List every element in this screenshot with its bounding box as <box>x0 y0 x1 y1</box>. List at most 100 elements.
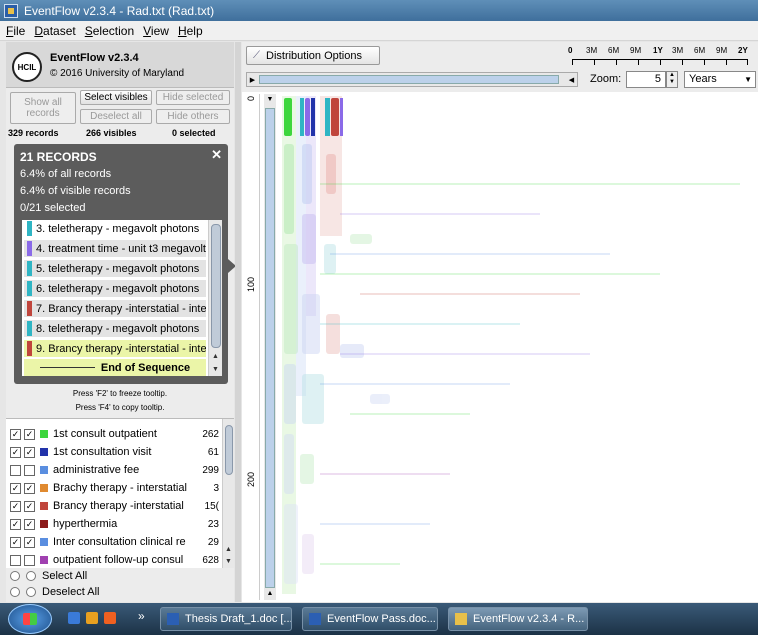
align-checkbox[interactable]: ✓ <box>24 500 35 512</box>
deselect-all-button[interactable]: Deselect all <box>80 109 152 124</box>
legend-row[interactable]: ✓ ✓ 1st consultation visit 61 <box>10 443 220 461</box>
event-bar-treatment[interactable] <box>305 98 310 136</box>
list-item[interactable]: 6. teletherapy - megavolt photons <box>24 280 206 297</box>
radio-icon <box>26 587 36 597</box>
app-icon <box>4 3 18 18</box>
unit-select[interactable]: Years ▼ <box>684 71 756 88</box>
scroll-thumb[interactable] <box>211 224 221 348</box>
start-button[interactable] <box>8 604 52 634</box>
legend-row[interactable]: ✓ ✓ hyperthermia 23 <box>10 515 220 533</box>
list-item[interactable]: 5. teletherapy - megavolt photons <box>24 260 206 277</box>
spinner-down-icon[interactable]: ▼ <box>669 79 675 85</box>
desktop-icon[interactable] <box>68 612 80 624</box>
event-bar-teletherapy[interactable] <box>300 98 304 136</box>
color-swatch <box>40 502 48 510</box>
menu-dataset[interactable]: Dataset <box>34 24 75 38</box>
visible-checkbox[interactable]: ✓ <box>10 518 21 530</box>
visible-checkbox[interactable]: ✓ <box>10 428 21 440</box>
select-visibles-button[interactable]: Select visibles <box>80 90 152 105</box>
explorer-icon[interactable] <box>86 612 98 624</box>
copy-hint: Press 'F4' to copy tooltip. <box>75 403 165 412</box>
select-all-option[interactable]: Select All <box>10 568 87 584</box>
window-titlebar[interactable]: EventFlow v2.3.4 - Rad.txt (Rad.txt) <box>0 0 758 21</box>
ruler-tick-label: 6M <box>608 46 620 55</box>
close-icon[interactable]: ✕ <box>211 147 222 163</box>
legend-count: 61 <box>207 446 219 458</box>
app-icon <box>455 613 467 625</box>
media-icon[interactable] <box>104 612 116 624</box>
menu-help[interactable]: Help <box>178 24 203 38</box>
align-checkbox[interactable] <box>24 464 35 476</box>
taskbar-item-eventflow[interactable]: EventFlow v2.3.4 - R... <box>448 607 588 631</box>
legend-row[interactable]: ✓ ✓ Brachy therapy - interstatial 3 <box>10 479 220 497</box>
scroll-down-arrow-icon[interactable]: ▼ <box>223 555 234 568</box>
timeline-panel: ⟋ Distribution Options 0 3M 6M 9M 1Y 3M … <box>242 42 758 602</box>
event-bar-brachy[interactable] <box>331 98 339 136</box>
event-bar-consult[interactable] <box>284 98 292 136</box>
align-checkbox[interactable]: ✓ <box>24 518 35 530</box>
align-checkbox[interactable]: ✓ <box>24 428 35 440</box>
legend-row[interactable]: ✓ ✓ 1st consult outpatient 262 <box>10 425 220 443</box>
list-item[interactable]: 8. teletherapy - megavolt photons <box>24 320 206 337</box>
ruler-tick <box>660 60 661 65</box>
spinner-up-icon[interactable]: ▲ <box>669 72 675 78</box>
scroll-thumb[interactable] <box>259 75 559 84</box>
list-item[interactable]: 3. teletherapy - megavolt photons <box>24 220 206 237</box>
scroll-up-arrow-icon[interactable]: ▲ <box>209 350 222 363</box>
align-checkbox[interactable] <box>24 554 35 566</box>
visible-checkbox[interactable]: ✓ <box>10 446 21 458</box>
visible-checkbox[interactable]: ✓ <box>10 536 21 548</box>
ruler-tick-label: 100 <box>246 277 256 293</box>
tooltip-scrollbar[interactable]: ▲ ▼ <box>208 220 222 376</box>
event-bar-treatment[interactable] <box>340 98 343 136</box>
event-bar-visit[interactable] <box>311 98 315 136</box>
legend-scrollbar[interactable]: ▲ ▼ <box>222 419 234 568</box>
visible-checkbox[interactable] <box>10 554 21 566</box>
show-all-records-button[interactable]: Show all records <box>10 92 76 124</box>
taskbar-item-label: EventFlow v2.3.4 - R... <box>473 613 585 625</box>
distribution-options-button[interactable]: ⟋ Distribution Options <box>246 46 380 65</box>
hide-selected-button[interactable]: Hide selected <box>156 90 230 105</box>
event-timeline-plot[interactable] <box>280 94 756 600</box>
menu-selection[interactable]: Selection <box>85 24 134 38</box>
vertical-scrollbar[interactable]: ▼ ▲ <box>264 94 276 600</box>
panel-splitter[interactable] <box>235 42 241 602</box>
scroll-thumb[interactable] <box>225 425 233 475</box>
taskbar-item-pass[interactable]: EventFlow Pass.doc... <box>302 607 438 631</box>
visible-checkbox[interactable] <box>10 464 21 476</box>
visible-checkbox[interactable]: ✓ <box>10 500 21 512</box>
list-item[interactable]: 7. Brancy therapy -interstatial - inte <box>24 300 206 317</box>
menu-view[interactable]: View <box>143 24 169 38</box>
freeze-hint: Press 'F2' to freeze tooltip. <box>72 389 168 398</box>
scroll-down-arrow-icon[interactable]: ▼ <box>209 363 222 376</box>
taskbar-item-thesis[interactable]: Thesis Draft_1.doc [... <box>160 607 292 631</box>
legend-row[interactable]: ✓ ✓ Brancy therapy -interstatial 15( <box>10 497 220 515</box>
legend-row[interactable]: outpatient follow-up consul 628 <box>10 551 220 569</box>
scroll-left-arrow-icon[interactable]: ◀ <box>566 73 577 86</box>
legend-row[interactable]: ✓ ✓ Inter consultation clinical re 29 <box>10 533 220 551</box>
align-checkbox[interactable]: ✓ <box>24 482 35 494</box>
chevron-right-icon[interactable]: » <box>138 609 145 623</box>
color-swatch <box>40 520 48 528</box>
align-checkbox[interactable]: ✓ <box>24 536 35 548</box>
zoom-input[interactable]: 5 <box>626 71 666 88</box>
visible-checkbox[interactable]: ✓ <box>10 482 21 494</box>
align-checkbox[interactable]: ✓ <box>24 446 35 458</box>
legend-row[interactable]: administrative fee 299 <box>10 461 220 479</box>
zoom-spinner[interactable]: ▲ ▼ <box>666 71 678 88</box>
scroll-thumb[interactable] <box>265 108 275 588</box>
list-item[interactable]: 9. Brancy therapy -interstatial - inte <box>24 340 206 357</box>
scroll-up-arrow-icon[interactable]: ▲ <box>264 588 276 600</box>
ruler-tick <box>704 60 705 65</box>
deselect-all-option[interactable]: Deselect All <box>10 584 99 600</box>
scroll-down-arrow-icon[interactable]: ▼ <box>264 94 276 106</box>
ruler-tick <box>594 60 595 65</box>
menu-file[interactable]: File <box>6 24 25 38</box>
brand-header: HCIL EventFlow v2.3.4 © 2016 University … <box>6 42 234 88</box>
scroll-right-arrow-icon[interactable]: ▶ <box>247 73 258 86</box>
horizontal-scrollbar[interactable]: ▶ ◀ <box>246 72 578 87</box>
event-swatch <box>27 221 32 236</box>
hide-others-button[interactable]: Hide others <box>156 109 230 124</box>
event-bar-teletherapy[interactable] <box>325 98 330 136</box>
list-item[interactable]: 4. treatment time - unit t3 megavolt <box>24 240 206 257</box>
